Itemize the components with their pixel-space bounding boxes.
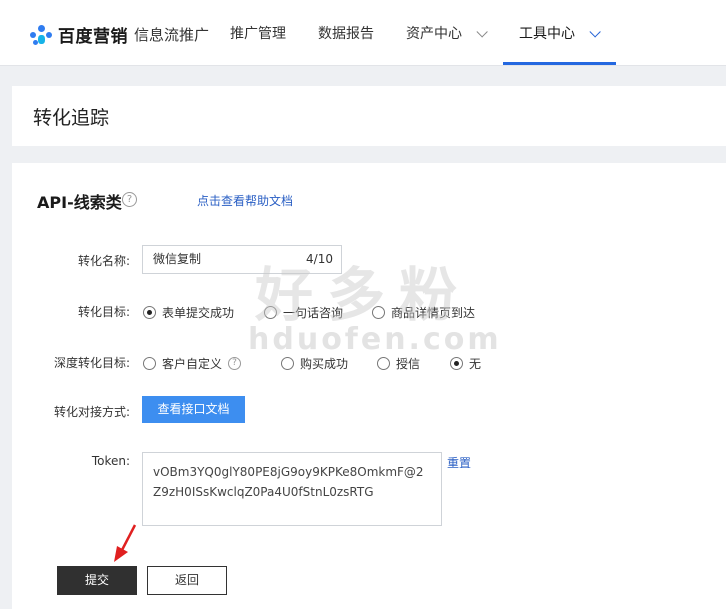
deep-goal-label: 深度转化目标:	[53, 356, 130, 370]
radio-label: 一句话咨询	[283, 306, 344, 320]
logo-subtitle: 信息流推广	[134, 25, 210, 44]
logo-mark-icon	[30, 23, 54, 45]
radio-unchecked-icon	[264, 306, 277, 319]
deep-radio-credit[interactable]: 授信	[377, 355, 420, 372]
page-title: 转化追踪	[33, 107, 110, 129]
radio-unchecked-icon	[143, 357, 156, 370]
conversion-name-label: 转化名称:	[77, 254, 130, 268]
reset-token-link[interactable]: 重置	[447, 454, 471, 471]
help-icon[interactable]: ?	[122, 192, 137, 207]
conversion-goal-label: 转化目标:	[77, 305, 130, 319]
goal-radio-consult[interactable]: 一句话咨询	[264, 304, 343, 321]
top-nav: 百度营销 信息流推广 推广管理 数据报告 资产中心 工具中心	[0, 0, 726, 66]
deep-radio-none[interactable]: 无	[450, 355, 481, 372]
nav-item-label: 资产中心	[406, 26, 462, 42]
page-header: 转化追踪	[12, 86, 726, 146]
nav-item-reports[interactable]: 数据报告	[318, 0, 374, 66]
help-icon[interactable]: ?	[228, 357, 242, 370]
back-button[interactable]: 返回	[147, 566, 227, 595]
annotation-arrow-icon	[114, 524, 137, 562]
radio-label: 购买成功	[300, 357, 349, 371]
radio-unchecked-icon	[372, 306, 385, 319]
token-field[interactable]: vOBm3YQ0glY80PE8jG9oy9KPKe8OmkmF@2Z9zH0I…	[142, 452, 442, 526]
nav-item-label: 数据报告	[318, 26, 374, 42]
radio-label: 无	[469, 357, 482, 371]
radio-label: 商品详情页到达	[391, 306, 476, 320]
radio-unchecked-icon	[281, 357, 294, 370]
radio-checked-icon	[450, 357, 463, 370]
deep-radio-custom[interactable]: 客户自定义 ?	[143, 355, 242, 372]
deep-radio-purchase[interactable]: 购买成功	[281, 355, 348, 372]
radio-label: 客户自定义	[162, 357, 223, 371]
chevron-down-icon	[589, 26, 602, 38]
logo-brand: 百度营销	[58, 26, 128, 47]
radio-checked-icon	[143, 306, 156, 319]
goal-radio-form-submit[interactable]: 表单提交成功	[143, 304, 234, 321]
nav-item-label: 工具中心	[519, 26, 575, 42]
logo[interactable]: 百度营销 信息流推广	[30, 22, 210, 47]
nav-active-indicator	[503, 62, 616, 65]
section-title: API-线索类	[37, 193, 122, 212]
nav-item-promotion[interactable]: 推广管理	[230, 0, 286, 66]
conversion-name-value: 微信复制	[153, 252, 202, 266]
nav-item-assets[interactable]: 资产中心	[406, 0, 489, 66]
integration-method-label: 转化对接方式:	[53, 405, 130, 419]
char-counter: 4/10	[306, 252, 333, 266]
chevron-down-icon	[476, 26, 489, 38]
view-api-doc-button[interactable]: 查看接口文档	[142, 396, 245, 423]
radio-label: 授信	[396, 357, 421, 371]
radio-label: 表单提交成功	[162, 306, 235, 320]
help-doc-link[interactable]: 点击查看帮助文档	[197, 192, 293, 209]
goal-radio-product-page[interactable]: 商品详情页到达	[372, 304, 475, 321]
radio-unchecked-icon	[377, 357, 390, 370]
token-label: Token:	[91, 454, 130, 468]
nav-item-label: 推广管理	[230, 26, 286, 42]
nav-item-tools[interactable]: 工具中心	[519, 0, 602, 66]
conversion-name-input[interactable]: 微信复制 4/10	[142, 245, 342, 274]
submit-button[interactable]: 提交	[57, 566, 137, 595]
